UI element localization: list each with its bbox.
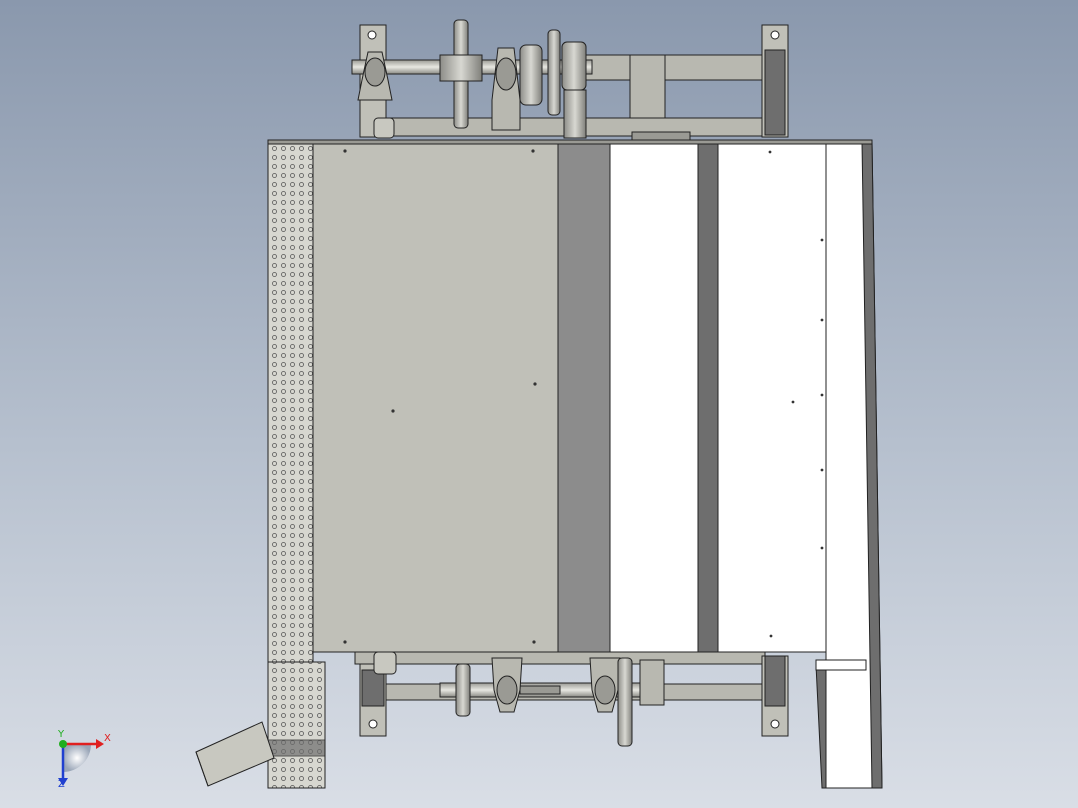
bottom-left-bolt-hole — [368, 719, 378, 729]
rivet — [820, 468, 824, 472]
triad-sphere-quadrant — [63, 744, 91, 772]
bottom-mid-bearing — [496, 675, 518, 705]
top-drive-assembly — [351, 19, 789, 143]
top-right-mount-dark — [764, 49, 786, 136]
rivet — [343, 640, 347, 644]
rivet — [820, 318, 824, 322]
top-right-bolt-hole — [770, 30, 780, 40]
bottom-left-mount-dark — [361, 669, 385, 707]
bottom-frame-post — [639, 659, 665, 706]
rivet — [532, 640, 536, 644]
rivet — [531, 149, 535, 153]
dark-band-panel — [557, 141, 611, 653]
cad-viewport[interactable]: X Y Z — [0, 0, 1078, 808]
housing-top-rim — [267, 139, 873, 145]
bottom-shaft-collar — [519, 685, 561, 695]
top-mid-bearing — [495, 57, 517, 91]
rivet — [343, 149, 347, 153]
bottom-right-bolt-hole — [770, 719, 780, 729]
top-motor-coupling — [561, 41, 587, 91]
top-left-bearing — [364, 57, 386, 87]
separator-strip — [697, 141, 719, 653]
rivet — [820, 238, 824, 242]
white-panel-left — [609, 141, 699, 653]
bottom-right-bearing — [594, 675, 616, 705]
triad-z-label: Z — [58, 779, 65, 790]
top-left-bolt-hole — [367, 30, 377, 40]
triad-x-label: X — [104, 733, 111, 744]
rivet — [820, 393, 824, 397]
top-sheave-2 — [547, 29, 561, 116]
rivet — [769, 634, 773, 638]
perforated-screen-upper — [267, 141, 314, 663]
rivet — [768, 150, 772, 154]
triad-y-axis-dot — [59, 740, 67, 748]
bottom-pulley-large — [617, 657, 633, 747]
perforated-screen-dark-strip — [267, 739, 326, 757]
triad-x-arrowhead — [96, 739, 104, 749]
top-clamp — [373, 117, 395, 139]
rivet — [391, 409, 395, 413]
perforated-screen-lower — [267, 661, 326, 789]
chute-crossbar — [815, 659, 867, 671]
discharge-chute-lower-dark — [815, 664, 827, 789]
bottom-pulley-left — [455, 663, 471, 717]
rivet — [791, 400, 795, 404]
rivet — [820, 546, 824, 550]
bottom-right-mount-dark — [764, 655, 786, 707]
top-vertical-pipe — [563, 89, 587, 139]
rivet — [533, 382, 537, 386]
inlet-feed-pipe — [195, 721, 275, 787]
bottom-drive-assembly — [354, 651, 789, 747]
top-sheave-1 — [519, 44, 543, 106]
top-frame-beam — [584, 54, 766, 81]
white-panel-right — [717, 141, 827, 653]
side-panel-gray — [312, 141, 559, 653]
bottom-frame-top-bar — [354, 651, 766, 665]
top-pulley-hub — [439, 54, 483, 82]
machine-assembly-drawing — [58, 19, 883, 789]
bottom-clamp — [373, 651, 397, 675]
triad-y-label: Y — [58, 729, 65, 740]
